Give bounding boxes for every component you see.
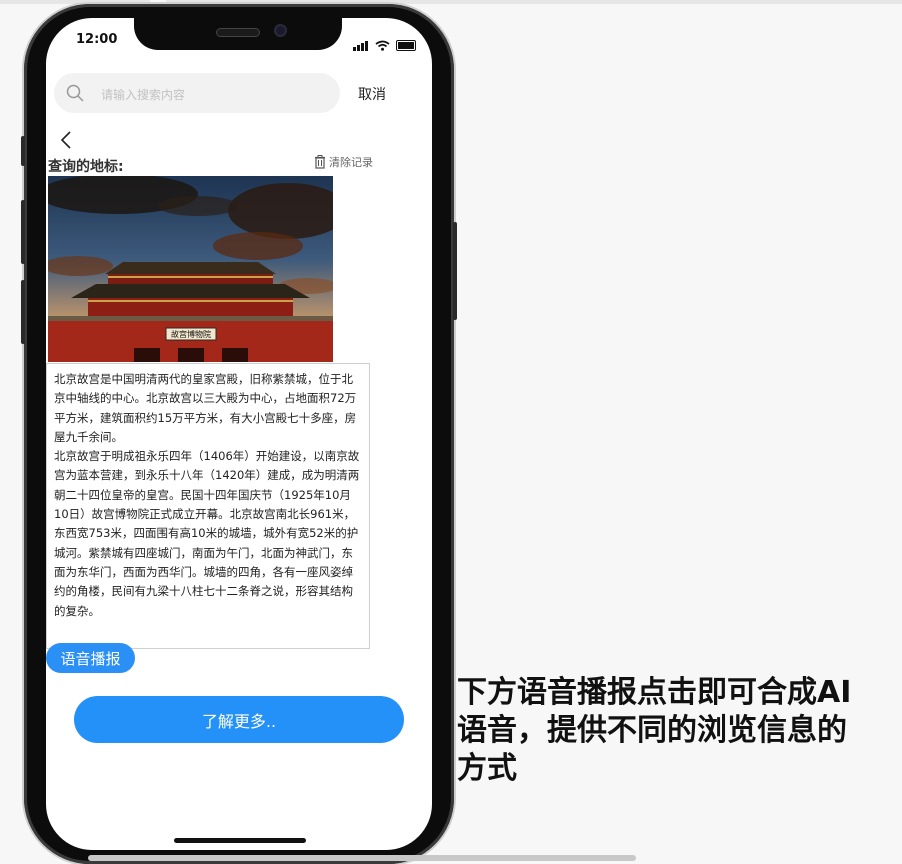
battery-icon bbox=[396, 40, 416, 51]
search-icon bbox=[66, 84, 84, 102]
status-icons bbox=[353, 32, 416, 51]
front-camera bbox=[274, 24, 287, 37]
search-input[interactable]: 请输入搜索内容 bbox=[101, 86, 185, 103]
notch bbox=[134, 18, 342, 50]
cancel-button[interactable]: 取消 bbox=[358, 84, 386, 104]
phone-screen: 12:00 请输入搜索内容 取消 查询的地标: 清除记录 故宫博物院 北京故宫是… bbox=[46, 18, 432, 850]
clear-history-label: 清除记录 bbox=[329, 156, 373, 169]
home-indicator bbox=[174, 838, 306, 843]
trash-icon bbox=[315, 155, 325, 169]
search-bar[interactable]: 请输入搜索内容 bbox=[54, 73, 340, 113]
landmark-photo: 故宫博物院 bbox=[48, 176, 333, 362]
voice-broadcast-button[interactable]: 语音播报 bbox=[46, 643, 135, 673]
volume-up-button bbox=[21, 200, 25, 264]
signal-icon bbox=[353, 32, 369, 51]
section-title: 查询的地标: bbox=[48, 159, 124, 175]
palace-plaque: 故宫博物院 bbox=[171, 329, 211, 339]
speaker bbox=[216, 28, 260, 37]
wifi-icon bbox=[375, 40, 390, 51]
mute-switch bbox=[21, 136, 25, 166]
learn-more-button[interactable]: 了解更多.. bbox=[74, 696, 404, 743]
clear-history-button[interactable]: 清除记录 bbox=[314, 154, 373, 170]
horizontal-scrollbar[interactable] bbox=[88, 855, 636, 861]
annotation-text: 下方语音播报点击即可合成AI语音，提供不同的浏览信息的方式 bbox=[457, 675, 852, 786]
back-icon[interactable] bbox=[60, 130, 72, 150]
status-time: 12:00 bbox=[76, 32, 118, 47]
power-button bbox=[453, 222, 457, 320]
landmark-description: 北京故宫是中国明清两代的皇家宫殿，旧称紫禁城，位于北京中轴线的中心。北京故宫以三… bbox=[46, 363, 370, 649]
volume-down-button bbox=[21, 280, 25, 344]
